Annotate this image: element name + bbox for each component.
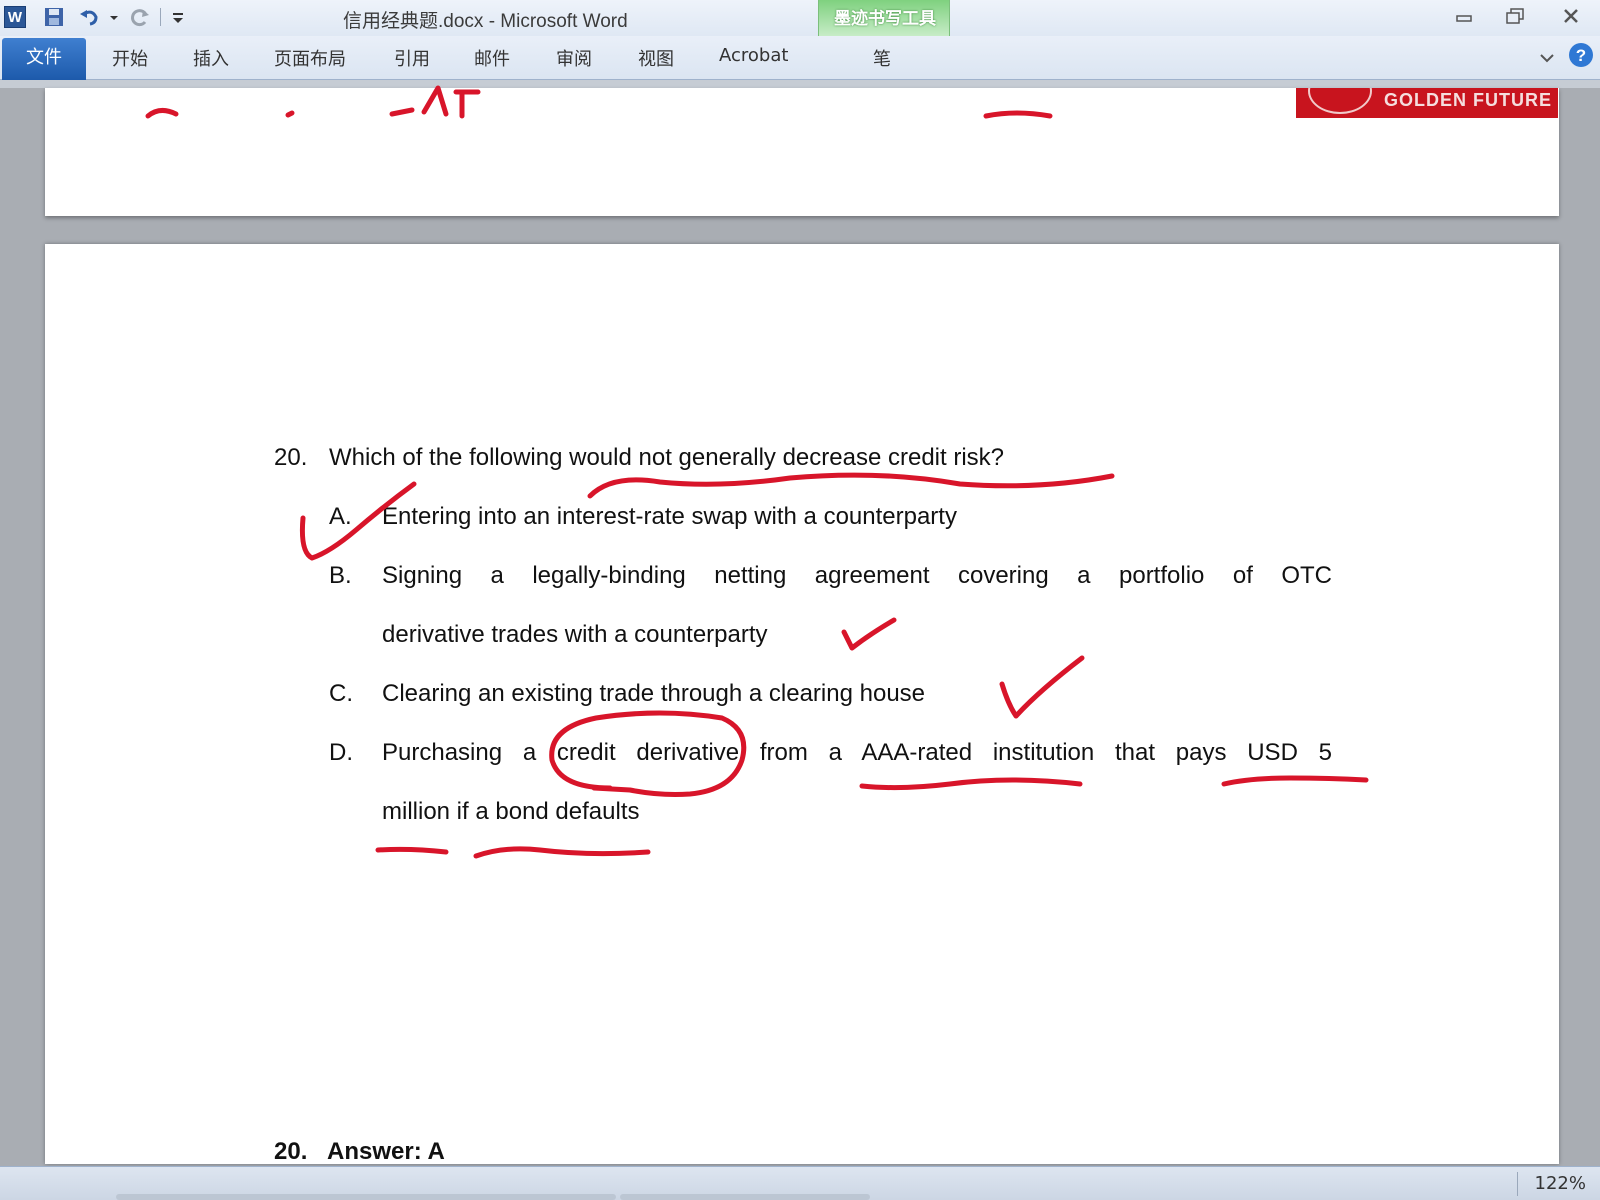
- brand-text: GOLDEN FUTURE: [1384, 90, 1552, 110]
- ribbon-shadow: [0, 80, 1600, 88]
- svg-text:?: ?: [1576, 46, 1586, 65]
- tab-insert[interactable]: 插入: [193, 45, 229, 71]
- option-b-letter: B.: [329, 562, 352, 589]
- customize-quick-access-icon[interactable]: [166, 5, 190, 29]
- minimize-button[interactable]: [1444, 4, 1484, 30]
- minimize-ribbon-icon[interactable]: [1536, 46, 1558, 68]
- brand-seal-icon: [1308, 88, 1372, 114]
- save-icon[interactable]: [42, 5, 66, 29]
- word-app-icon[interactable]: W: [4, 6, 26, 28]
- ink-tools-title: 墨迹书写工具: [834, 9, 936, 29]
- option-d-letter: D.: [329, 739, 353, 766]
- tab-acrobat[interactable]: Acrobat: [719, 45, 788, 66]
- option-a-letter: A.: [329, 503, 352, 530]
- status-separator: [1517, 1172, 1518, 1196]
- option-c-letter: C.: [329, 680, 353, 707]
- header-brand-banner: GOLDEN FUTURE: [1296, 88, 1558, 118]
- tab-page-layout[interactable]: 页面布局: [274, 45, 346, 71]
- undo-icon[interactable]: [78, 5, 102, 29]
- undo-dropdown-icon[interactable]: [102, 5, 118, 29]
- tab-file[interactable]: 文件: [2, 38, 86, 80]
- option-d-text-line1: Purchasing a credit derivative from a AA…: [382, 739, 1332, 766]
- option-d-text-line2: million if a bond defaults: [382, 798, 640, 825]
- tab-references[interactable]: 引用: [394, 45, 430, 71]
- tab-view[interactable]: 视图: [638, 45, 674, 71]
- horizontal-scrollbar-thumb[interactable]: [116, 1194, 616, 1200]
- option-c-text: Clearing an existing trade through a cle…: [382, 680, 926, 707]
- tab-home[interactable]: 开始: [112, 45, 148, 71]
- option-a-text: Entering into an interest-rate swap with…: [382, 503, 957, 530]
- title-bar: W 信用经典题.docx - Microsoft Word: [0, 0, 1600, 36]
- option-b-text-line2: derivative trades with a counterparty: [382, 621, 768, 648]
- option-b-text-line1: Signing a legally-binding netting agreem…: [382, 562, 1332, 589]
- question-text: Which of the following would not general…: [329, 444, 1005, 471]
- close-button[interactable]: [1552, 4, 1592, 30]
- tab-pen[interactable]: 笔: [873, 45, 891, 71]
- answer-label: Answer: A: [327, 1138, 445, 1165]
- quick-access-separator: [160, 8, 161, 26]
- answer-number: 20.: [274, 1138, 308, 1165]
- restore-button[interactable]: [1496, 4, 1536, 30]
- help-icon[interactable]: ?: [1568, 42, 1594, 68]
- redo-icon[interactable]: [128, 5, 152, 29]
- zoom-level[interactable]: 122%: [1535, 1173, 1586, 1194]
- horizontal-scrollbar-track[interactable]: [620, 1194, 870, 1200]
- ribbon-tab-bar: 文件 开始 插入 页面布局 引用 邮件 审阅 视图 Acrobat 笔 ?: [0, 36, 1600, 80]
- question-number: 20.: [274, 444, 308, 471]
- tab-mailings[interactable]: 邮件: [474, 45, 510, 71]
- tab-review[interactable]: 审阅: [556, 45, 592, 71]
- window-title: 信用经典题.docx - Microsoft Word: [343, 11, 628, 32]
